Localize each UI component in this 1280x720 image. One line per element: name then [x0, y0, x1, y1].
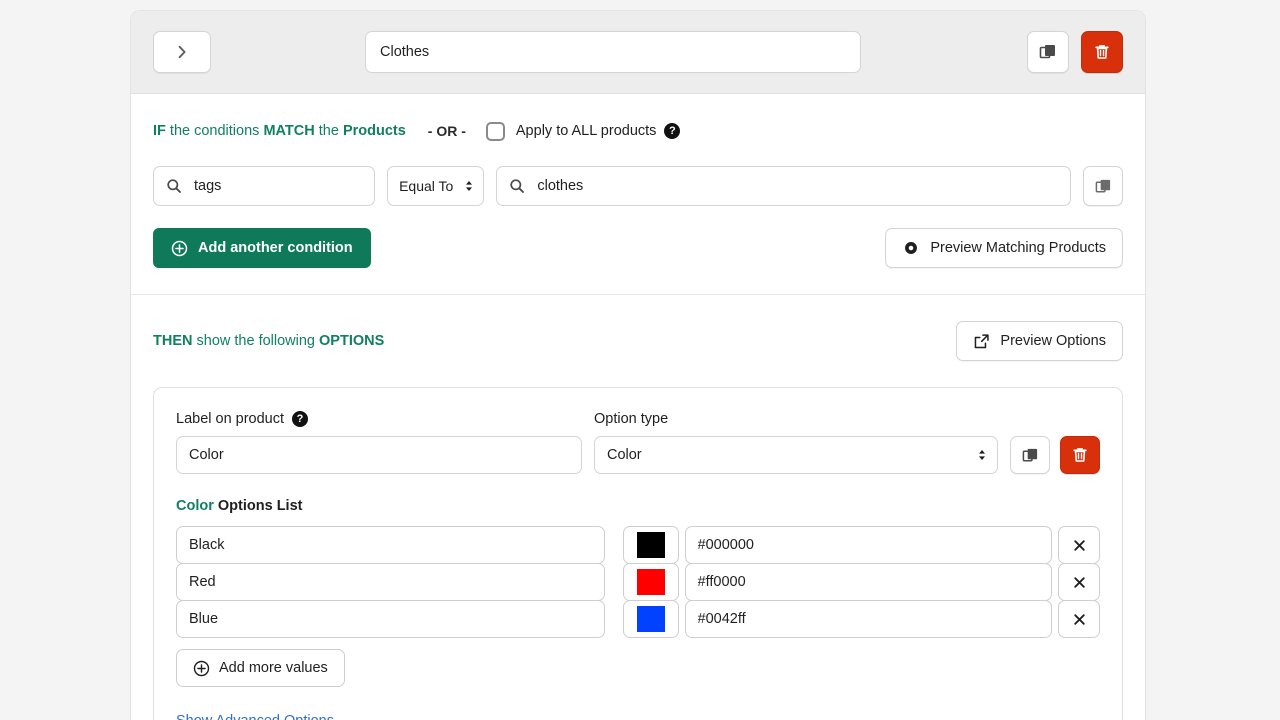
option-type-caption: Option type	[594, 411, 668, 427]
duplicate-rule-button[interactable]	[1027, 31, 1069, 73]
conditions-sentence: IF the conditions MATCH the Products	[153, 123, 406, 139]
options-list-title: Color Options List	[176, 498, 1100, 514]
delete-rule-button[interactable]	[1081, 31, 1123, 73]
add-another-condition-label: Add another condition	[198, 240, 353, 256]
options-section: THEN show the following OPTIONS Preview …	[131, 295, 1145, 720]
conditions-text-1: the conditions	[166, 123, 264, 139]
copy-icon	[1095, 178, 1112, 195]
add-another-condition-button[interactable]: Add another condition	[153, 228, 371, 268]
option-actions	[1010, 436, 1100, 474]
option-card: Label on product ? Option type Color	[153, 387, 1123, 720]
option-label-caption: Label on product	[176, 411, 284, 427]
show-advanced-options-link[interactable]: Show Advanced Options	[176, 713, 334, 720]
option-value-name-input[interactable]	[176, 563, 605, 601]
option-type-value: Color	[607, 447, 642, 463]
close-icon	[1072, 575, 1087, 590]
preview-matching-products-button[interactable]: Preview Matching Products	[885, 228, 1123, 268]
condition-property-input[interactable]	[192, 177, 362, 195]
close-icon	[1072, 538, 1087, 553]
color-swatch	[637, 606, 665, 632]
condition-row: Equal To	[153, 166, 1123, 206]
preview-matching-products-label: Preview Matching Products	[930, 240, 1106, 256]
option-value-hex-input[interactable]	[685, 526, 1053, 564]
or-separator-label: - OR -	[428, 123, 466, 139]
plus-circle-icon	[193, 660, 210, 677]
add-more-values-label: Add more values	[219, 660, 328, 676]
option-type-caption-wrap: Option type	[594, 410, 998, 428]
chevron-right-icon	[175, 45, 189, 59]
conditions-text-2: the	[315, 123, 343, 139]
option-fields-row: Label on product ? Option type Color	[176, 410, 1100, 474]
option-value-swatch-button[interactable]	[623, 526, 678, 564]
option-type-group: Option type Color	[594, 410, 998, 474]
remove-option-value-button[interactable]	[1058, 526, 1100, 564]
option-value-row	[176, 526, 1100, 564]
color-swatch	[637, 569, 665, 595]
option-value-hex-input[interactable]	[685, 600, 1053, 638]
preview-options-button[interactable]: Preview Options	[956, 321, 1123, 361]
trash-icon	[1093, 43, 1111, 61]
condition-operator-value: Equal To	[399, 178, 453, 194]
options-list-title-rest: Options List	[214, 498, 303, 514]
chevron-updown-icon	[464, 178, 474, 194]
trash-icon	[1071, 446, 1089, 464]
options-sentence: THEN show the following OPTIONS	[153, 333, 384, 349]
option-label-caption-wrap: Label on product ?	[176, 410, 582, 428]
conditions-section: IF the conditions MATCH the Products - O…	[131, 94, 1145, 295]
preview-options-label: Preview Options	[1000, 333, 1106, 349]
rule-header	[131, 11, 1145, 94]
close-icon	[1072, 612, 1087, 627]
rule-card: IF the conditions MATCH the Products - O…	[130, 10, 1146, 720]
option-type-select[interactable]: Color	[594, 436, 998, 474]
chevron-updown-icon	[977, 447, 987, 463]
option-label-help-icon[interactable]: ?	[292, 411, 308, 427]
apply-to-all-products-checkbox[interactable]	[486, 122, 505, 141]
app-root: IF the conditions MATCH the Products - O…	[0, 0, 1280, 720]
option-value-name-input[interactable]	[176, 600, 605, 638]
eye-icon	[902, 239, 920, 257]
option-value-row	[176, 600, 1100, 638]
option-value-hex-input[interactable]	[685, 563, 1053, 601]
plus-circle-icon	[171, 240, 188, 257]
duplicate-condition-button[interactable]	[1083, 166, 1123, 206]
apply-to-all-products-label: Apply to ALL products	[516, 123, 657, 139]
duplicate-option-button[interactable]	[1010, 436, 1050, 474]
options-keyword: OPTIONS	[319, 333, 384, 349]
remove-option-value-button[interactable]	[1058, 563, 1100, 601]
condition-value-input[interactable]	[535, 177, 1058, 195]
copy-icon	[1022, 447, 1039, 464]
conditions-target-keyword: Products	[343, 123, 406, 139]
options-then-keyword: THEN	[153, 333, 192, 349]
delete-option-button[interactable]	[1060, 436, 1100, 474]
options-list-title-accent: Color	[176, 498, 214, 514]
conditions-match-keyword: MATCH	[263, 123, 314, 139]
add-more-values-button[interactable]: Add more values	[176, 649, 345, 687]
condition-property-field[interactable]	[153, 166, 375, 206]
color-swatch	[637, 532, 665, 558]
copy-icon	[1039, 43, 1057, 61]
option-value-name-input[interactable]	[176, 526, 605, 564]
options-text-1: show the following	[192, 333, 319, 349]
condition-value-field[interactable]	[496, 166, 1071, 206]
search-icon	[509, 178, 525, 194]
options-header: THEN show the following OPTIONS Preview …	[153, 319, 1123, 363]
option-label-input[interactable]	[176, 436, 582, 474]
option-label-group: Label on product ?	[176, 410, 582, 474]
search-icon	[166, 178, 182, 194]
conditions-if-keyword: IF	[153, 123, 166, 139]
conditions-actions: Add another condition Preview Matching P…	[153, 228, 1123, 268]
remove-option-value-button[interactable]	[1058, 600, 1100, 638]
apply-to-all-help-icon[interactable]: ?	[664, 123, 680, 139]
option-value-swatch-button[interactable]	[623, 563, 678, 601]
option-value-row	[176, 563, 1100, 601]
condition-operator-select[interactable]: Equal To	[387, 166, 484, 206]
option-value-swatch-button[interactable]	[623, 600, 678, 638]
rule-name-input[interactable]	[365, 31, 861, 73]
conditions-header: IF the conditions MATCH the Products - O…	[153, 120, 1123, 142]
collapse-toggle-button[interactable]	[153, 31, 211, 73]
external-link-icon	[973, 333, 990, 350]
option-values-list	[176, 526, 1100, 638]
